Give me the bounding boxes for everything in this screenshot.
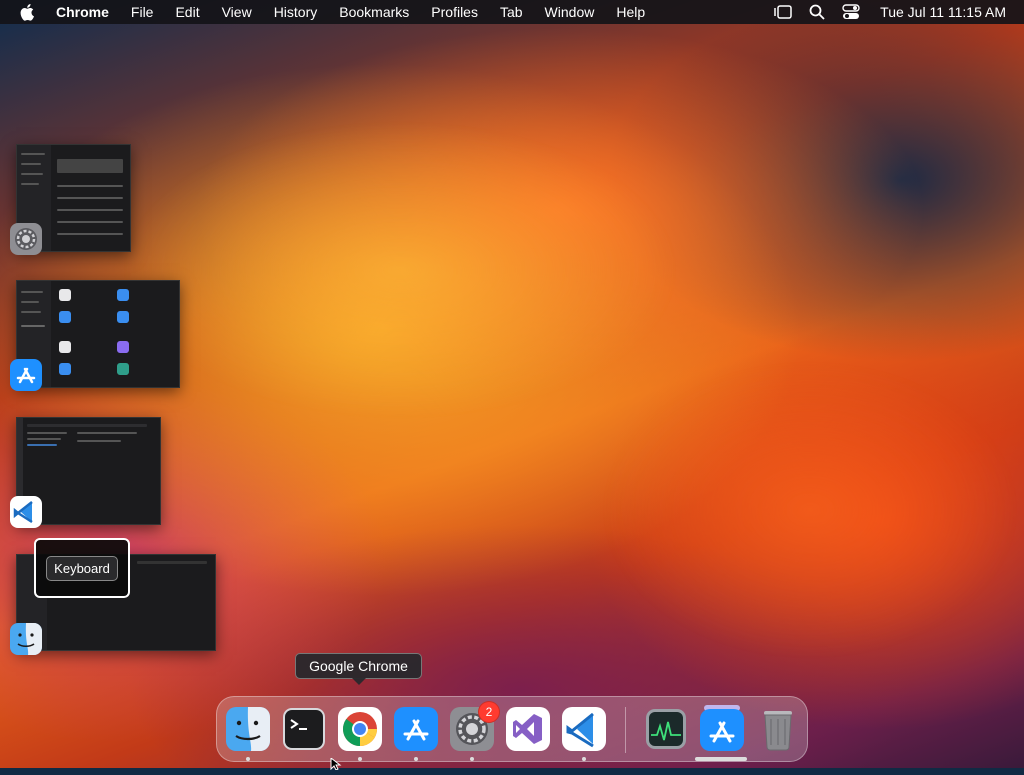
dock-item-trash[interactable] bbox=[754, 705, 802, 753]
dock-item-visual-studio[interactable] bbox=[504, 705, 552, 753]
app-store-icon bbox=[700, 705, 744, 751]
menu-profiles[interactable]: Profiles bbox=[420, 0, 489, 24]
trash-icon bbox=[764, 711, 792, 751]
terminal-icon bbox=[283, 708, 325, 750]
dock-item-app-store-stack[interactable] bbox=[698, 705, 746, 753]
keyboard-label-text: Keyboard bbox=[46, 555, 118, 581]
menu-tab[interactable]: Tab bbox=[489, 0, 534, 24]
vscode-icon bbox=[562, 707, 606, 751]
menu-view[interactable]: View bbox=[211, 0, 263, 24]
dock-item-activity-monitor[interactable] bbox=[642, 705, 690, 753]
chrome-icon bbox=[338, 707, 382, 751]
app-store-icon bbox=[9, 358, 43, 392]
running-indicator bbox=[470, 757, 474, 761]
running-indicator bbox=[414, 757, 418, 761]
notification-badge: 2 bbox=[478, 701, 500, 723]
visual-studio-icon bbox=[506, 707, 550, 751]
menu-bookmarks[interactable]: Bookmarks bbox=[328, 0, 420, 24]
dock-separator bbox=[625, 707, 626, 753]
vscode-icon bbox=[9, 495, 43, 529]
menu-app-name[interactable]: Chrome bbox=[50, 0, 120, 24]
menubar-clock[interactable]: Tue Jul 11 11:15 AM bbox=[880, 4, 1006, 20]
wallpaper-swoosh bbox=[120, 120, 680, 420]
mouse-cursor-icon bbox=[330, 756, 342, 771]
finder-icon bbox=[9, 622, 43, 656]
menu-edit[interactable]: Edit bbox=[164, 0, 210, 24]
dock-item-terminal[interactable] bbox=[280, 705, 328, 753]
wallpaper-swoosh bbox=[600, 360, 1020, 660]
dock-item-google-chrome[interactable] bbox=[336, 705, 384, 753]
finder-icon bbox=[226, 707, 270, 751]
menu-file[interactable]: File bbox=[120, 0, 165, 24]
running-indicator bbox=[582, 757, 586, 761]
activity-monitor-icon bbox=[646, 709, 686, 749]
apple-menu-icon[interactable] bbox=[18, 2, 38, 22]
app-store-icon bbox=[394, 707, 438, 751]
system-settings-icon bbox=[9, 222, 43, 256]
dock-item-vscode[interactable] bbox=[560, 705, 608, 753]
running-indicator bbox=[358, 757, 362, 761]
dock-tooltip: Google Chrome bbox=[295, 653, 422, 685]
dock: 2 bbox=[216, 696, 808, 762]
running-indicator bbox=[246, 757, 250, 761]
control-center-icon[interactable] bbox=[840, 2, 862, 22]
dock-item-app-store[interactable] bbox=[392, 705, 440, 753]
dock-stack-indicator bbox=[695, 757, 747, 761]
menu-history[interactable]: History bbox=[263, 0, 329, 24]
menu-window[interactable]: Window bbox=[534, 0, 606, 24]
menu-bar: Chrome File Edit View History Bookmarks … bbox=[0, 0, 1024, 24]
dock-item-finder[interactable] bbox=[224, 705, 272, 753]
stage-manager-icon[interactable] bbox=[772, 2, 794, 22]
spotlight-search-icon[interactable] bbox=[806, 2, 828, 22]
dock-item-system-settings[interactable]: 2 bbox=[448, 701, 500, 753]
menu-help[interactable]: Help bbox=[605, 0, 656, 24]
keyboard-window-label[interactable]: Keyboard bbox=[34, 538, 130, 598]
